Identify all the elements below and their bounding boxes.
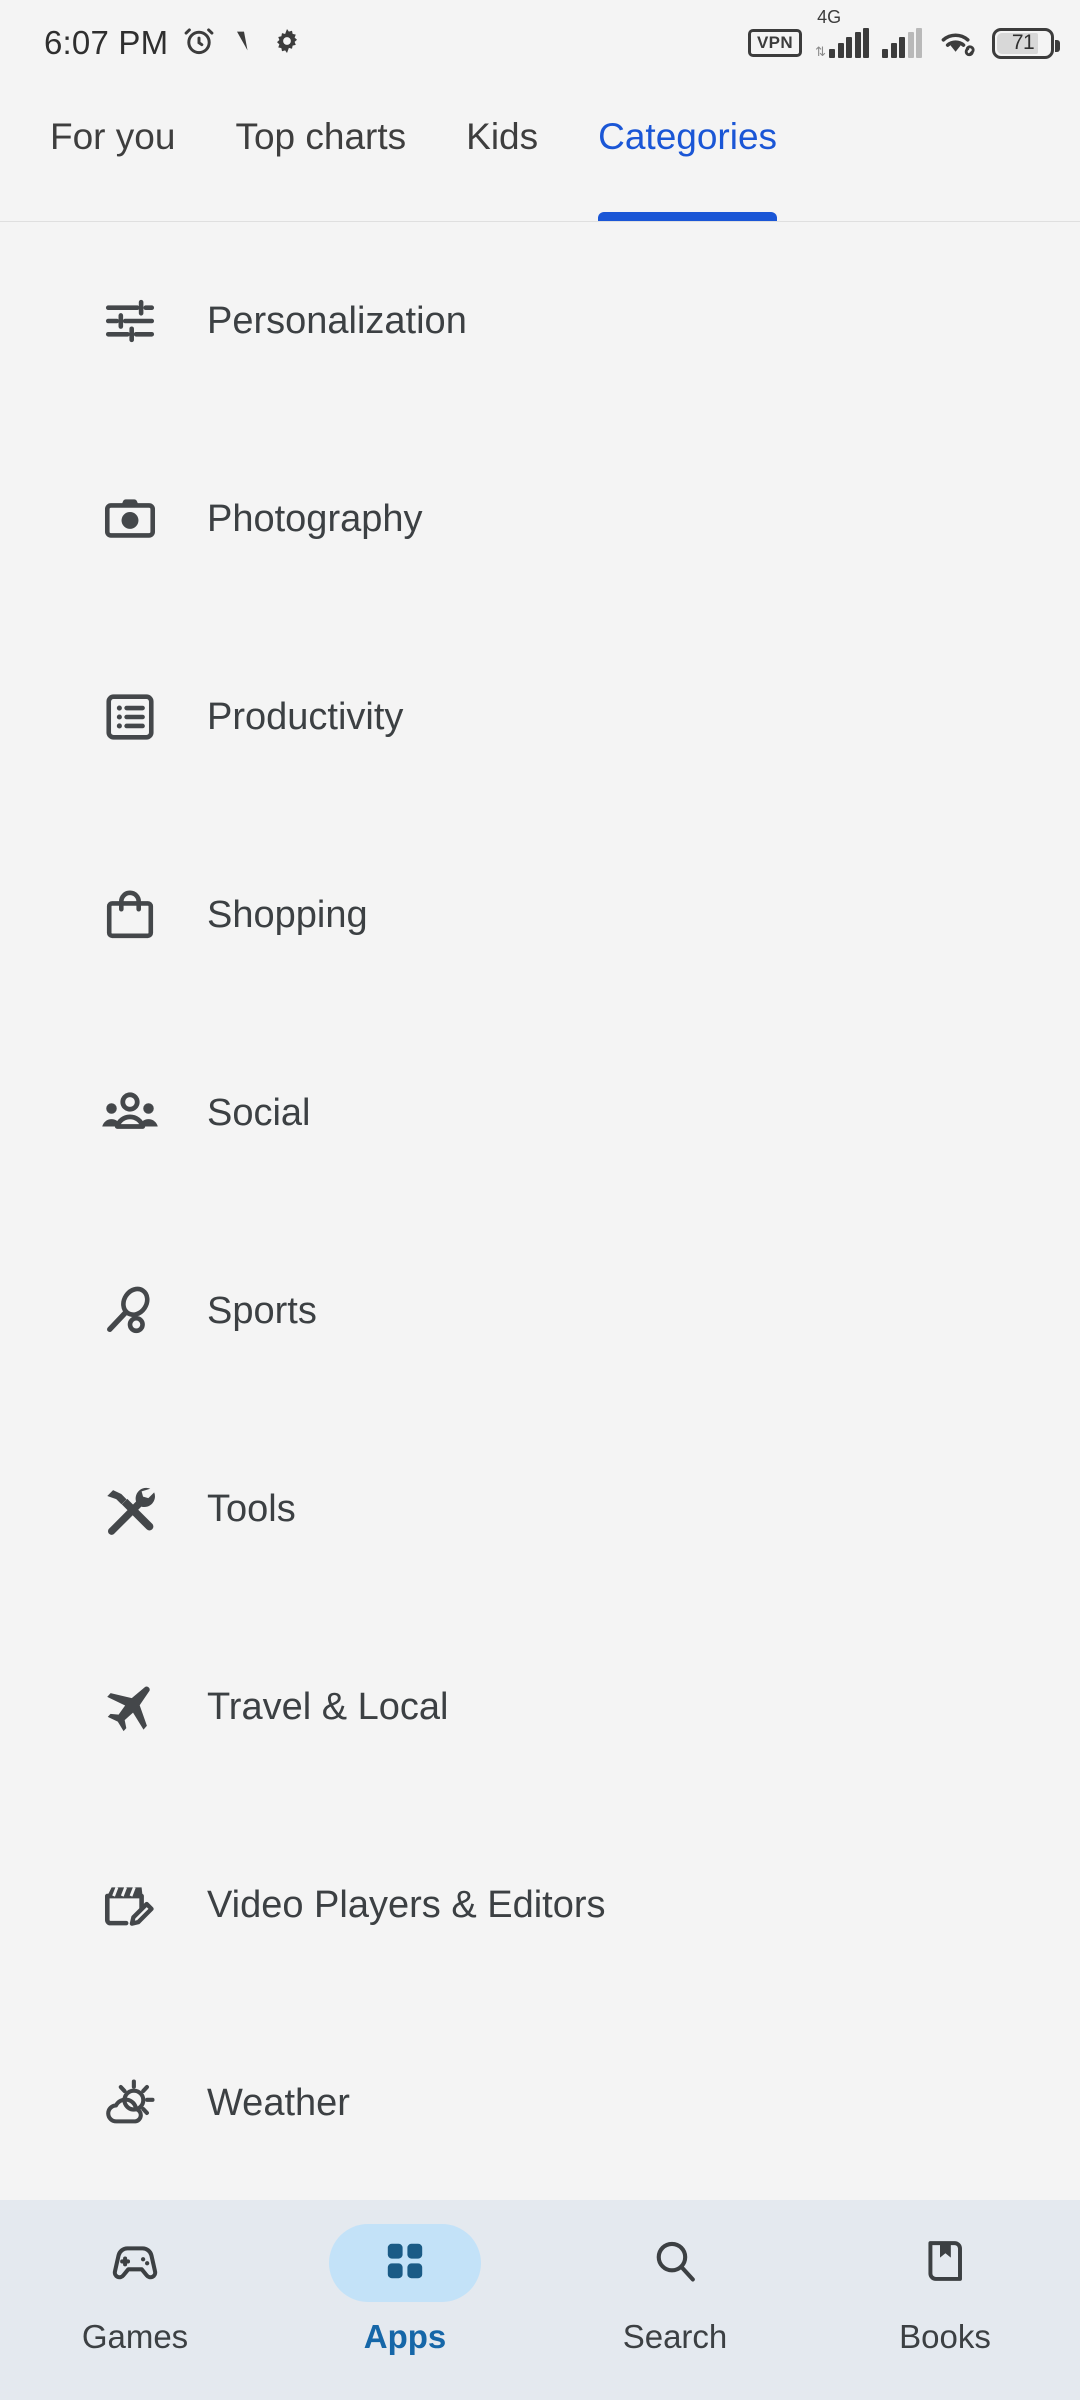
nav-pill	[59, 2224, 211, 2302]
clapperboard-pencil-icon	[98, 1873, 162, 1937]
list-box-icon	[98, 685, 162, 749]
vibrate-icon	[230, 26, 258, 61]
tab-for-you[interactable]: For you	[50, 94, 175, 221]
nav-label: Search	[622, 2318, 728, 2355]
status-bar-right: VPN 4G ⇅ 71	[747, 8, 1060, 63]
nav-pill	[869, 2224, 1021, 2302]
category-label: Video Players & Editors	[207, 1883, 606, 1926]
gamepad-icon	[108, 2234, 162, 2293]
category-row-personalization[interactable]: Personalization	[0, 222, 1080, 420]
nav-item-search[interactable]: Search	[540, 2200, 810, 2356]
category-row-sports[interactable]: Sports	[0, 1212, 1080, 1410]
people-group-icon	[98, 1081, 162, 1145]
sun-cloud-icon	[98, 2071, 162, 2135]
tab-underline	[598, 212, 778, 221]
tab-categories[interactable]: Categories	[598, 94, 778, 221]
tune-sliders-icon	[98, 289, 162, 353]
tab-label: Categories	[598, 116, 778, 157]
vpn-badge: VPN	[747, 29, 803, 57]
battery-percent-label: 71	[1011, 31, 1035, 54]
category-row-photography[interactable]: Photography	[0, 420, 1080, 618]
tab-label: Kids	[466, 116, 539, 157]
wifi-link-icon	[935, 24, 979, 63]
signal-bars-2	[882, 28, 922, 58]
network-type-label: 4G	[817, 7, 842, 27]
category-label: Tools	[207, 1487, 296, 1530]
play-store-screen: 6:07 PM VPN 4G ⇅ 71 For you Top charts K…	[0, 0, 1080, 2400]
signal-group-1: 4G ⇅	[815, 8, 869, 59]
hammer-wrench-icon	[98, 1477, 162, 1541]
battery-indicator: 71	[992, 27, 1060, 59]
nav-item-books[interactable]: Books	[810, 2200, 1080, 2356]
category-label: Sports	[207, 1289, 317, 1332]
alarm-icon	[182, 24, 216, 63]
category-row-video-players-editors[interactable]: Video Players & Editors	[0, 1806, 1080, 2004]
signal-bars-1	[829, 28, 869, 58]
top-tab-bar: For you Top charts Kids Categories	[0, 94, 1080, 222]
book-bookmark-icon	[920, 2236, 970, 2291]
nav-item-apps[interactable]: Apps	[270, 2200, 540, 2356]
gear-icon	[272, 26, 302, 61]
apps-grid-icon	[381, 2237, 429, 2290]
category-row-tools[interactable]: Tools	[0, 1410, 1080, 1608]
tab-top-charts[interactable]: Top charts	[235, 94, 406, 221]
nav-pill	[599, 2224, 751, 2302]
tab-label: Top charts	[235, 116, 407, 157]
shopping-bag-icon	[98, 883, 162, 947]
data-transfer-icon: ⇅	[815, 44, 826, 59]
category-label: Social	[207, 1091, 311, 1134]
airplane-icon	[98, 1675, 162, 1739]
category-label: Personalization	[207, 299, 467, 342]
nav-label: Games	[81, 2318, 189, 2355]
nav-pill-active	[329, 2224, 481, 2302]
tennis-racquet-icon	[98, 1279, 162, 1343]
category-row-social[interactable]: Social	[0, 1014, 1080, 1212]
search-icon	[649, 2235, 701, 2292]
status-time: 6:07 PM	[44, 24, 169, 61]
bottom-navigation-bar: Games Apps Search Books	[0, 2200, 1080, 2400]
category-list: Personalization Photography Productivity…	[0, 222, 1080, 2202]
category-row-weather[interactable]: Weather	[0, 2004, 1080, 2202]
camera-icon	[98, 487, 162, 551]
category-row-shopping[interactable]: Shopping	[0, 816, 1080, 1014]
category-row-travel-local[interactable]: Travel & Local	[0, 1608, 1080, 1806]
category-label: Weather	[207, 2081, 350, 2124]
status-bar: 6:07 PM VPN 4G ⇅ 71	[0, 0, 1080, 86]
nav-label: Apps	[363, 2318, 447, 2355]
category-label: Productivity	[207, 695, 404, 738]
nav-label: Books	[899, 2318, 991, 2355]
category-label: Photography	[207, 497, 423, 540]
category-label: Shopping	[207, 893, 368, 936]
nav-item-games[interactable]: Games	[0, 2200, 270, 2356]
tab-list: For you Top charts Kids Categories	[0, 94, 1080, 221]
category-label: Travel & Local	[207, 1685, 449, 1728]
category-row-productivity[interactable]: Productivity	[0, 618, 1080, 816]
tab-kids[interactable]: Kids	[466, 94, 538, 221]
tab-label: For you	[50, 116, 176, 157]
status-bar-left: 6:07 PM	[44, 24, 302, 63]
